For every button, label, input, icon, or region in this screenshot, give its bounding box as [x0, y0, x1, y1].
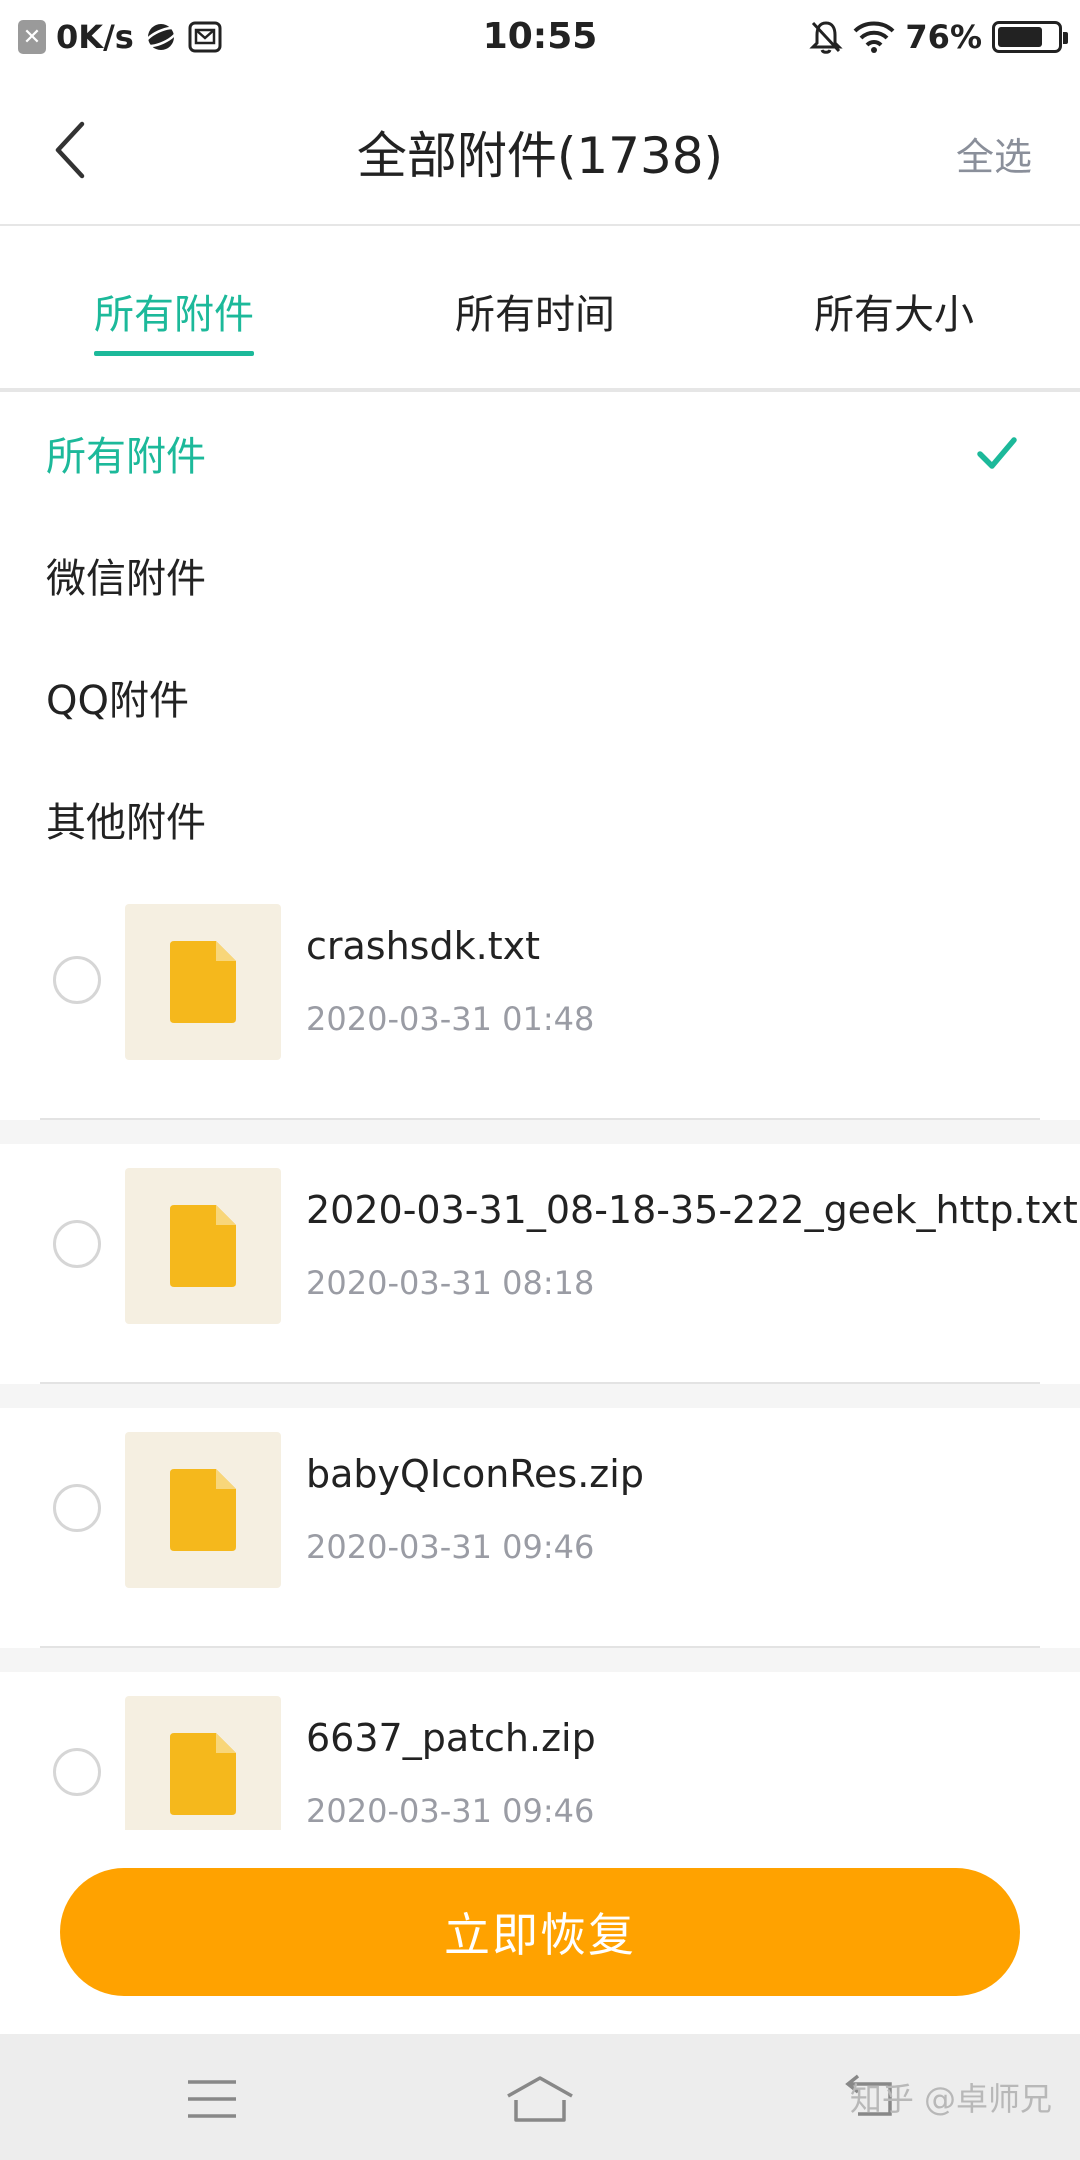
select-radio[interactable] [53, 1748, 101, 1796]
watermark: 知乎 @卓师兄 [849, 2080, 1052, 2118]
document-icon [170, 1205, 236, 1287]
tab-label: 所有时间 [455, 292, 615, 338]
document-icon [170, 1469, 236, 1551]
file-thumbnail [125, 1168, 281, 1324]
battery-fill [998, 27, 1043, 47]
page-title: 全部附件(1738) [356, 127, 724, 185]
file-thumbnail [125, 904, 281, 1060]
check-icon [977, 437, 1017, 469]
row-divider [40, 1382, 1040, 1384]
tab-active-indicator [94, 351, 254, 356]
file-row[interactable]: crashsdk.txt 2020-03-31 01:48 [0, 880, 1080, 1120]
filter-option-label: QQ附件 [46, 678, 189, 724]
home-icon [507, 2076, 573, 2122]
select-all-button[interactable]: 全选 [956, 126, 1032, 181]
filter-option-other[interactable]: 其他附件 [0, 758, 1080, 880]
battery-icon [992, 21, 1068, 53]
tab-all-attachments[interactable]: 所有附件 [94, 282, 254, 356]
tab-all-size[interactable]: 所有大小 [814, 282, 974, 340]
file-list: crashsdk.txt 2020-03-31 01:48 2020-03-31… [0, 880, 1080, 1912]
filter-tabs: 所有附件 所有时间 所有大小 [0, 228, 1080, 392]
menu-button[interactable] [172, 2064, 252, 2134]
home-button[interactable] [500, 2064, 580, 2134]
file-row[interactable]: babyQIconRes.zip 2020-03-31 09:46 [0, 1408, 1080, 1648]
file-row[interactable]: 2020-03-31_08-18-35-222_geek_http.txt 20… [0, 1144, 1080, 1384]
attachment-type-dropdown: 所有附件 微信附件 QQ附件 其他附件 [0, 392, 1080, 880]
tab-all-time[interactable]: 所有时间 [455, 282, 615, 340]
filter-option-qq[interactable]: QQ附件 [0, 636, 1080, 758]
status-time: 10:55 [482, 16, 598, 57]
file-name: 2020-03-31_08-18-35-222_geek_http.txt [306, 1188, 1078, 1232]
filter-option-label: 其他附件 [46, 800, 206, 846]
file-date: 2020-03-31 01:48 [306, 1000, 595, 1038]
row-divider [40, 1118, 1040, 1120]
filter-option-label: 微信附件 [46, 556, 206, 602]
restore-now-button[interactable]: 立即恢复 [60, 1868, 1020, 1996]
select-radio[interactable] [53, 1484, 101, 1532]
file-thumbnail [125, 1696, 281, 1852]
file-name: crashsdk.txt [306, 924, 540, 968]
menu-icon [188, 2080, 236, 2118]
file-name: 6637_patch.zip [306, 1716, 596, 1760]
tab-label: 所有附件 [94, 292, 254, 338]
select-radio[interactable] [53, 956, 101, 1004]
row-divider [40, 1646, 1040, 1648]
file-date: 2020-03-31 09:46 [306, 1528, 595, 1566]
tab-label: 所有大小 [814, 292, 974, 338]
document-icon [170, 1733, 236, 1815]
header: 全部附件(1738) 全选 [0, 74, 1080, 226]
filter-option-all[interactable]: 所有附件 [0, 392, 1080, 514]
system-nav-bar: 知乎 @卓师兄 [0, 2034, 1080, 2160]
restore-area: 立即恢复 [0, 1830, 1080, 2034]
document-icon [170, 941, 236, 1023]
file-date: 2020-03-31 09:46 [306, 1792, 595, 1830]
filter-option-label: 所有附件 [46, 434, 206, 480]
file-date: 2020-03-31 08:18 [306, 1264, 595, 1302]
select-radio[interactable] [53, 1220, 101, 1268]
filter-option-wechat[interactable]: 微信附件 [0, 514, 1080, 636]
file-name: babyQIconRes.zip [306, 1452, 644, 1496]
file-thumbnail [125, 1432, 281, 1588]
status-bar: ✕ 0K/s 10:55 76% [0, 0, 1080, 74]
